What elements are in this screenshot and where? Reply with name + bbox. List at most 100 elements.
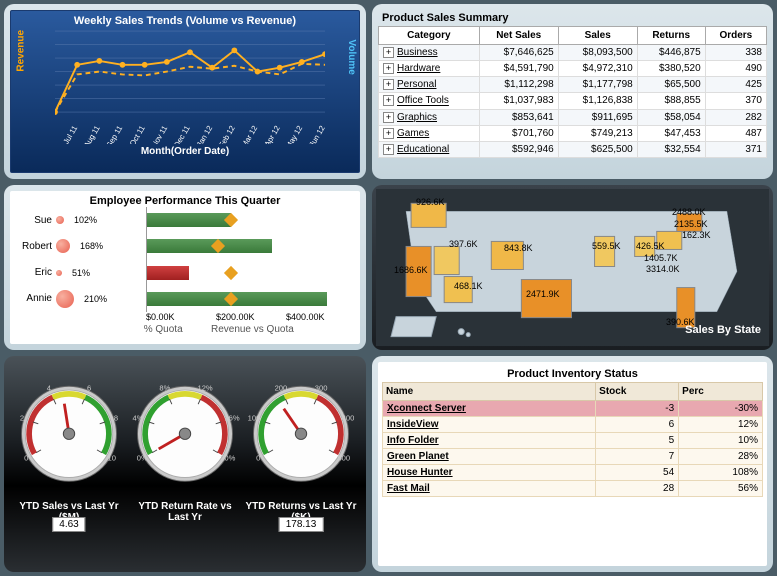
map-label-nj: 3314.0K bbox=[646, 264, 680, 274]
category-link[interactable]: Graphics bbox=[397, 112, 437, 123]
svg-text:16%: 16% bbox=[224, 413, 239, 422]
emp-name: Sue bbox=[14, 215, 52, 226]
map-label-oh: 426.5K bbox=[636, 241, 665, 251]
map-label-pa: 1405.7K bbox=[644, 253, 678, 263]
category-link[interactable]: Games bbox=[397, 128, 429, 139]
ps-col[interactable]: Category bbox=[379, 27, 480, 45]
map-label-il: 559.5K bbox=[592, 241, 621, 251]
category-link[interactable]: Hardware bbox=[397, 63, 440, 74]
svg-text:500: 500 bbox=[337, 453, 350, 462]
emp-name: Eric bbox=[14, 267, 52, 278]
map-title: Sales By State bbox=[685, 324, 761, 336]
table-row: House Hunter 54108% bbox=[383, 465, 763, 481]
weekly-sales-panel: Weekly Sales Trends (Volume vs Revenue) … bbox=[4, 4, 366, 179]
svg-text:0: 0 bbox=[256, 453, 260, 462]
category-link[interactable]: Educational bbox=[397, 144, 449, 155]
svg-text:8: 8 bbox=[114, 413, 118, 422]
gauge-return-rate[interactable]: 0%4%8%12%16%20% YTD Return Rate vs Last … bbox=[128, 364, 242, 564]
inv-col[interactable]: Perc bbox=[679, 383, 763, 401]
expand-icon[interactable]: + bbox=[383, 79, 394, 90]
svg-text:Aug 11: Aug 11 bbox=[82, 124, 102, 144]
expand-icon[interactable]: + bbox=[383, 95, 394, 106]
svg-text:Apr 12: Apr 12 bbox=[263, 124, 282, 144]
map-label-nv: 397.6K bbox=[449, 239, 478, 249]
gauge-returns[interactable]: 0100200300400500 178.13 YTD Returns vs L… bbox=[244, 364, 358, 564]
map-label-wa: 926.6K bbox=[416, 197, 445, 207]
expand-icon[interactable]: + bbox=[383, 144, 394, 155]
svg-text:0: 0 bbox=[24, 453, 28, 462]
ep-xtick: $0.00K bbox=[146, 312, 216, 322]
emp-perf-title: Employee Performance This Quarter bbox=[14, 195, 356, 207]
table-row: Green Planet 728% bbox=[383, 449, 763, 465]
emp-bar[interactable] bbox=[147, 239, 272, 253]
svg-text:Nov 11: Nov 11 bbox=[150, 124, 170, 144]
map-label-az: 468.1K bbox=[454, 281, 483, 291]
us-map[interactable]: 926.6K 1686.6K 397.6K 468.1K 843.8K 2471… bbox=[376, 189, 769, 346]
product-sales-table: CategoryNet SalesSalesReturnsOrders +Bus… bbox=[378, 26, 767, 158]
svg-text:4: 4 bbox=[47, 384, 51, 393]
expand-icon[interactable]: + bbox=[383, 128, 394, 139]
inv-col[interactable]: Name bbox=[383, 383, 596, 401]
svg-text:300: 300 bbox=[315, 384, 328, 393]
table-row: Fast Mail 2856% bbox=[383, 481, 763, 497]
svg-text:10: 10 bbox=[108, 453, 116, 462]
gauge-sales-value: 4.63 bbox=[52, 517, 85, 532]
product-sales-title: Product Sales Summary bbox=[378, 10, 767, 26]
sales-map-panel: 926.6K 1686.6K 397.6K 468.1K 843.8K 2471… bbox=[372, 185, 773, 350]
product-link[interactable]: House Hunter bbox=[387, 467, 453, 478]
svg-text:400: 400 bbox=[342, 413, 355, 422]
product-link[interactable]: Fast Mail bbox=[387, 483, 430, 494]
expand-icon[interactable]: + bbox=[383, 47, 394, 58]
svg-text:Jul 11: Jul 11 bbox=[61, 124, 79, 144]
ep-xtick: $400.00K bbox=[286, 312, 356, 322]
inv-col[interactable]: Stock bbox=[596, 383, 679, 401]
ep-legend-revenue: Revenue vs Quota bbox=[211, 324, 294, 335]
emp-name: Annie bbox=[14, 293, 52, 304]
svg-text:8%: 8% bbox=[159, 384, 170, 393]
ps-col[interactable]: Orders bbox=[705, 27, 766, 45]
svg-text:Jan 12: Jan 12 bbox=[195, 124, 214, 144]
ps-col[interactable]: Sales bbox=[558, 27, 637, 45]
quota-marker-icon bbox=[224, 266, 238, 280]
table-row: +Graphics $853,641$911,695$58,054282 bbox=[379, 109, 767, 125]
svg-text:Sep 11: Sep 11 bbox=[105, 124, 125, 144]
svg-text:20%: 20% bbox=[220, 453, 235, 462]
ep-legend-quota: % Quota bbox=[118, 324, 208, 335]
weekly-sales-title: Weekly Sales Trends (Volume vs Revenue) bbox=[15, 15, 355, 27]
ps-col[interactable]: Net Sales bbox=[479, 27, 558, 45]
emp-bar[interactable] bbox=[147, 213, 231, 227]
product-sales-panel: Product Sales Summary CategoryNet SalesS… bbox=[372, 4, 773, 179]
svg-text:Jun 12: Jun 12 bbox=[307, 124, 325, 144]
product-link[interactable]: InsideView bbox=[387, 419, 439, 430]
emp-bar[interactable] bbox=[147, 266, 189, 280]
table-row: Info Folder 510% bbox=[383, 433, 763, 449]
ws-xlabel: Month(Order Date) bbox=[15, 146, 355, 157]
weekly-sales-chart[interactable]: $0.0M$0.1M$0.2M $0.3M$0.4M$0.5M$0.6M 050… bbox=[55, 29, 325, 144]
svg-text:2: 2 bbox=[20, 413, 24, 422]
inventory-panel: Product Inventory Status NameStockPerc X… bbox=[372, 356, 773, 572]
table-row: +Educational $592,946$625,500$32,554371 bbox=[379, 141, 767, 157]
gauge-returns-value: 178.13 bbox=[279, 517, 324, 532]
category-link[interactable]: Office Tools bbox=[397, 96, 449, 107]
product-link[interactable]: Xconnect Server bbox=[387, 403, 466, 414]
map-label-co: 843.8K bbox=[504, 243, 533, 253]
product-link[interactable]: Info Folder bbox=[387, 435, 439, 446]
emp-name: Robert bbox=[14, 241, 52, 252]
ps-col[interactable]: Returns bbox=[637, 27, 705, 45]
category-link[interactable]: Business bbox=[397, 47, 438, 58]
svg-text:Jun 11: Jun 11 bbox=[55, 124, 57, 144]
table-row: InsideView 612% bbox=[383, 417, 763, 433]
expand-icon[interactable]: + bbox=[383, 112, 394, 123]
inventory-table: NameStockPerc Xconnect Server -3-30% Ins… bbox=[382, 382, 763, 497]
map-label-tx: 2471.9K bbox=[526, 289, 560, 299]
gauge-sales[interactable]: 0246810 4.63 YTD Sales vs Last Yr ($M) bbox=[12, 364, 126, 564]
table-row: +Business $7,646,625$8,093,500$446,87533… bbox=[379, 45, 767, 61]
svg-text:Mar 12: Mar 12 bbox=[239, 124, 259, 144]
svg-text:Dec 11: Dec 11 bbox=[172, 124, 192, 144]
svg-text:4%: 4% bbox=[133, 413, 144, 422]
expand-icon[interactable]: + bbox=[383, 63, 394, 74]
ws-ylabel-right: Volume bbox=[346, 39, 357, 74]
product-link[interactable]: Green Planet bbox=[387, 451, 449, 462]
svg-text:6: 6 bbox=[87, 384, 91, 393]
category-link[interactable]: Personal bbox=[397, 79, 436, 90]
